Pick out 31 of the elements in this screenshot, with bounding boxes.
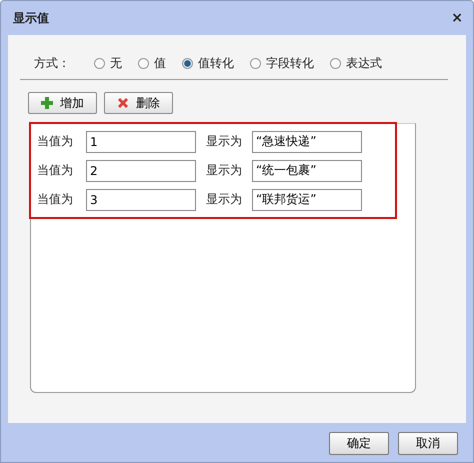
display-field[interactable]: “联邦货运” bbox=[252, 188, 362, 210]
plus-icon bbox=[41, 97, 53, 109]
value-field[interactable]: 3 bbox=[86, 188, 196, 210]
display-field[interactable]: “统一包裹” bbox=[252, 160, 362, 182]
radio-button[interactable] bbox=[182, 58, 193, 68]
cancel-button[interactable]: 取消 bbox=[398, 432, 458, 455]
radio-label[interactable]: 字段转化 bbox=[266, 54, 314, 72]
display-field[interactable]: “急速快递” bbox=[252, 130, 362, 152]
radio-button[interactable] bbox=[94, 58, 105, 68]
window-title: 显示值 bbox=[13, 10, 49, 26]
radio-label[interactable]: 值转化 bbox=[198, 54, 234, 72]
radio-label[interactable]: 值 bbox=[154, 54, 166, 72]
display-label: 显示为 bbox=[206, 162, 242, 179]
value-field[interactable]: 2 bbox=[86, 160, 196, 182]
mode-label: 方式： bbox=[34, 54, 70, 72]
ok-button[interactable]: 确定 bbox=[329, 432, 389, 455]
close-button[interactable]: × bbox=[451, 10, 463, 26]
delete-button[interactable]: 删除 bbox=[104, 92, 173, 114]
value-label: 当值为 bbox=[37, 162, 74, 179]
value-label: 当值为 bbox=[37, 191, 74, 208]
radio-button[interactable] bbox=[250, 58, 261, 68]
value-field[interactable]: 1 bbox=[86, 130, 196, 152]
cross-icon bbox=[117, 97, 129, 109]
value-label: 当值为 bbox=[37, 133, 74, 150]
radio-label[interactable]: 表达式 bbox=[346, 54, 382, 72]
display-label: 显示为 bbox=[206, 191, 242, 208]
radio-button[interactable] bbox=[330, 58, 341, 68]
display-label: 显示为 bbox=[206, 133, 242, 150]
radio-button[interactable] bbox=[138, 58, 149, 68]
radio-label[interactable]: 无 bbox=[110, 54, 122, 72]
add-button[interactable]: 增加 bbox=[28, 92, 97, 114]
